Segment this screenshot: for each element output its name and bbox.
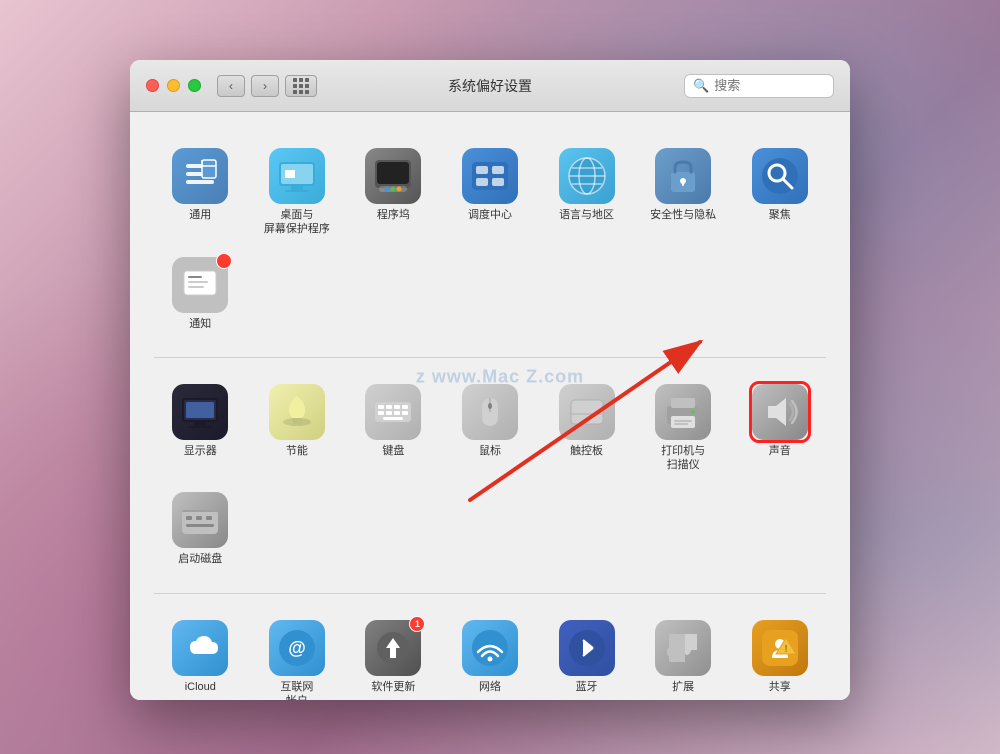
display-icon (172, 384, 228, 440)
energy-label: 节能 (286, 444, 308, 458)
dock-icon (365, 148, 421, 204)
search-icon: 🔍 (693, 78, 709, 94)
search-box[interactable]: 🔍 (684, 74, 834, 98)
internet-icon: @ (269, 620, 325, 676)
network-label: 网络 (479, 680, 501, 694)
pref-mouse[interactable]: 鼠标 (444, 378, 537, 479)
pref-desktop[interactable]: 桌面与屏幕保护程序 (251, 142, 344, 243)
grid-icon (293, 78, 309, 94)
bluetooth-label: 蓝牙 (576, 680, 598, 694)
internet-label: 互联网帐户 (280, 680, 313, 700)
sharing-icon: ! (752, 620, 808, 676)
display-label: 显示器 (184, 444, 217, 458)
pref-spotlight[interactable]: 聚焦 (733, 142, 826, 243)
nav-buttons: ‹ › (217, 75, 279, 97)
section3-grid: iCloud @ 互联网帐户 (154, 604, 826, 700)
software-icon: 1 (365, 620, 421, 676)
pref-mission[interactable]: 调度中心 (444, 142, 537, 243)
mouse-label: 鼠标 (479, 444, 501, 458)
general-icon (172, 148, 228, 204)
back-button[interactable]: ‹ (217, 75, 245, 97)
pref-energy[interactable]: 节能 (251, 378, 344, 479)
spotlight-label: 聚焦 (769, 208, 791, 222)
printer-icon (655, 384, 711, 440)
printer-label: 打印机与扫描仪 (661, 444, 705, 473)
titlebar: ‹ › 系统偏好设置 🔍 (130, 60, 850, 112)
divider-2 (154, 593, 826, 594)
pref-extensions[interactable]: 扩展 (637, 614, 730, 700)
extensions-icon (655, 620, 711, 676)
sharing-label: 共享 (769, 680, 791, 694)
icloud-label: iCloud (185, 680, 216, 694)
content-area: 通用 桌面与屏幕保护程序 (130, 112, 850, 700)
sound-label: 声音 (769, 444, 791, 458)
notification-label: 通知 (189, 317, 211, 331)
section-hardware: 显示器 节能 (154, 368, 826, 583)
extensions-label: 扩展 (672, 680, 694, 694)
pref-general[interactable]: 通用 (154, 142, 247, 243)
spotlight-icon (752, 148, 808, 204)
grid-view-button[interactable] (285, 75, 317, 97)
keyboard-label: 键盘 (382, 444, 404, 458)
general-label: 通用 (189, 208, 211, 222)
network-icon (462, 620, 518, 676)
startup-label: 启动磁盘 (178, 552, 222, 566)
security-label: 安全性与隐私 (650, 208, 716, 222)
pref-security[interactable]: 安全性与隐私 (637, 142, 730, 243)
desktop-label: 桌面与屏幕保护程序 (264, 208, 330, 237)
language-label: 语言与地区 (559, 208, 614, 222)
language-icon (559, 148, 615, 204)
pref-trackpad[interactable]: 触控板 (540, 378, 633, 479)
pref-display[interactable]: 显示器 (154, 378, 247, 479)
icloud-icon (172, 620, 228, 676)
section1-grid: 通用 桌面与屏幕保护程序 (154, 132, 826, 347)
section2-grid: 显示器 节能 (154, 368, 826, 583)
pref-sound[interactable]: 声音 (733, 378, 826, 479)
search-input[interactable] (714, 78, 825, 93)
traffic-lights (146, 79, 201, 92)
pref-software[interactable]: 1 软件更新 (347, 614, 440, 700)
security-icon (655, 148, 711, 204)
trackpad-icon (559, 384, 615, 440)
mission-icon (462, 148, 518, 204)
pref-startup[interactable]: 启动磁盘 (154, 486, 247, 572)
maximize-button[interactable] (188, 79, 201, 92)
svg-text:@: @ (288, 638, 306, 658)
pref-language[interactable]: 语言与地区 (540, 142, 633, 243)
forward-button[interactable]: › (251, 75, 279, 97)
software-label: 软件更新 (371, 680, 415, 694)
svg-text:!: ! (784, 644, 787, 655)
pref-dock[interactable]: 程序坞 (347, 142, 440, 243)
pref-sharing[interactable]: ! 共享 (733, 614, 826, 700)
pref-bluetooth[interactable]: 蓝牙 (540, 614, 633, 700)
pref-printer[interactable]: 打印机与扫描仪 (637, 378, 730, 479)
pref-internet[interactable]: @ 互联网帐户 (251, 614, 344, 700)
trackpad-label: 触控板 (570, 444, 603, 458)
startup-icon (172, 492, 228, 548)
dock-label: 程序坞 (377, 208, 410, 222)
pref-network[interactable]: 网络 (444, 614, 537, 700)
desktop-icon (269, 148, 325, 204)
close-button[interactable] (146, 79, 159, 92)
energy-icon (269, 384, 325, 440)
sound-icon (752, 384, 808, 440)
divider-1 (154, 357, 826, 358)
section-internet: iCloud @ 互联网帐户 (154, 604, 826, 700)
mouse-icon (462, 384, 518, 440)
minimize-button[interactable] (167, 79, 180, 92)
section-personal: 通用 桌面与屏幕保护程序 (154, 132, 826, 347)
system-preferences-window: ‹ › 系统偏好设置 🔍 (130, 60, 850, 700)
notification-badge (216, 253, 232, 269)
keyboard-icon (365, 384, 421, 440)
bluetooth-icon (559, 620, 615, 676)
pref-keyboard[interactable]: 键盘 (347, 378, 440, 479)
mission-label: 调度中心 (468, 208, 512, 222)
software-badge: 1 (409, 616, 425, 632)
notification-icon (172, 257, 228, 313)
pref-icloud[interactable]: iCloud (154, 614, 247, 700)
pref-notification[interactable]: 通知 (154, 251, 247, 337)
window-title: 系统偏好设置 (448, 76, 532, 96)
